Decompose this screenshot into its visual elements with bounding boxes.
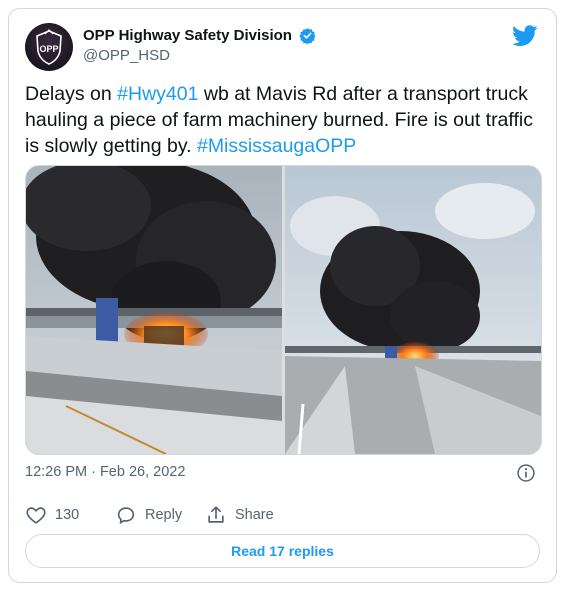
twitter-bird-icon[interactable] [512, 25, 538, 47]
account-handle[interactable]: @OPP_HSD [83, 47, 316, 64]
reply-bubble-icon [117, 507, 135, 524]
account-identity: OPP Highway Safety Division @OPP_HSD [83, 27, 317, 64]
reply-button[interactable]: Reply [115, 503, 182, 527]
read-replies-button[interactable]: Read 17 replies [25, 534, 540, 568]
read-replies-label: Read 17 replies [231, 543, 334, 559]
hashtag-mississaugaopp[interactable]: #MississaugaOPP [197, 135, 356, 157]
hashtag-hwy401[interactable]: #Hwy401 [117, 83, 198, 105]
text-segment: Delays on [25, 83, 118, 105]
share-button[interactable]: Share [205, 503, 274, 527]
opp-crest-icon: OPP [36, 29, 62, 65]
share-label: Share [235, 507, 274, 523]
tweet-header: OPP OPP Highway Safety Division @OPP_HSD [25, 23, 540, 71]
avatar[interactable]: OPP [25, 23, 73, 71]
tweet-media[interactable] [25, 165, 542, 455]
verified-badge-icon [299, 28, 317, 45]
photo-truck-fire-right[interactable] [285, 166, 541, 454]
tweet-card[interactable]: OPP OPP Highway Safety Division @OPP_HSD… [8, 8, 557, 583]
tweet-timestamp[interactable]: 12:26 PM · Feb 26, 2022 [25, 464, 185, 480]
display-name[interactable]: OPP Highway Safety Division [83, 27, 292, 44]
like-count: 130 [55, 507, 80, 523]
reply-label: Reply [145, 507, 183, 523]
heart-icon [26, 507, 46, 524]
photo-truck-fire-left[interactable] [26, 166, 282, 454]
like-button[interactable]: 130 [25, 503, 79, 527]
svg-text:OPP: OPP [39, 44, 58, 54]
info-icon[interactable] [516, 463, 536, 483]
share-icon [208, 506, 224, 523]
tweet-text: Delays on #Hwy401 wb at Mavis Rd after a… [25, 81, 540, 159]
